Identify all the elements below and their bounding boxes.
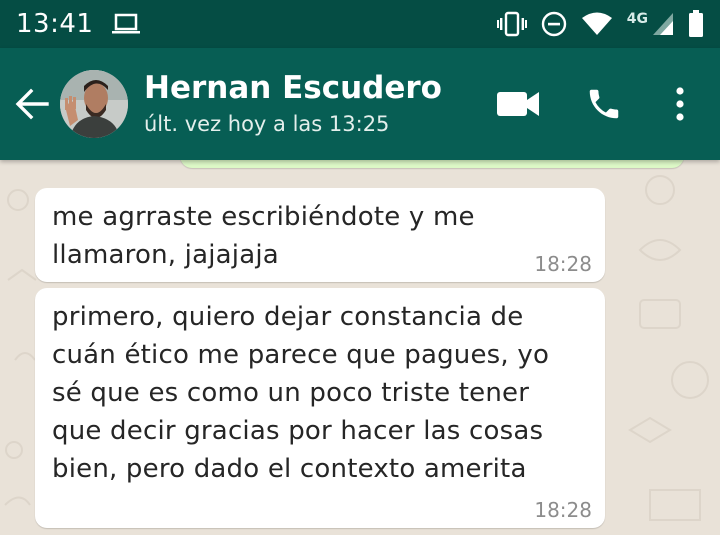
do-not-disturb-icon <box>541 11 566 37</box>
status-icons: 4G <box>496 10 704 38</box>
wifi-icon <box>581 12 612 35</box>
back-button[interactable] <box>4 48 60 160</box>
status-time: 13:41 <box>16 9 94 39</box>
voice-call-button[interactable] <box>558 48 650 160</box>
last-seen-status: últ. vez hoy a las 13:25 <box>144 112 390 136</box>
message-time: 18:28 <box>534 252 592 276</box>
laptop-icon <box>112 13 141 34</box>
vibrate-icon <box>496 11 527 37</box>
battery-icon <box>689 10 703 37</box>
status-bar: 13:41 4G <box>0 0 720 48</box>
incoming-message[interactable]: me agrraste escribiéndote y me llamaron,… <box>35 188 605 282</box>
video-call-icon <box>497 92 539 116</box>
chat-header: Hernan Escudero últ. vez hoy a las 13:25 <box>0 48 720 160</box>
more-options-button[interactable] <box>650 48 710 160</box>
chat-area[interactable]: me agrraste escribiéndote y me llamaron,… <box>0 160 720 535</box>
contact-info[interactable]: Hernan Escudero últ. vez hoy a las 13:25 <box>144 69 442 139</box>
message-text: primero, quiero dejar constancia de cuán… <box>52 302 550 484</box>
contact-name: Hernan Escudero <box>144 70 442 106</box>
avatar[interactable] <box>60 70 128 138</box>
more-vert-icon <box>676 87 684 121</box>
message-time: 18:28 <box>534 498 592 522</box>
signal-icon <box>653 13 673 35</box>
incoming-message[interactable]: primero, quiero dejar constancia de cuán… <box>35 288 605 528</box>
previous-outgoing-message <box>180 160 684 168</box>
message-text: me agrraste escribiéndote y me llamaron,… <box>52 202 475 270</box>
network-type-label: 4G <box>626 11 648 27</box>
back-arrow-icon <box>15 88 49 120</box>
toolbar-actions <box>478 48 720 160</box>
phone-icon <box>589 89 619 119</box>
video-call-button[interactable] <box>478 48 558 160</box>
